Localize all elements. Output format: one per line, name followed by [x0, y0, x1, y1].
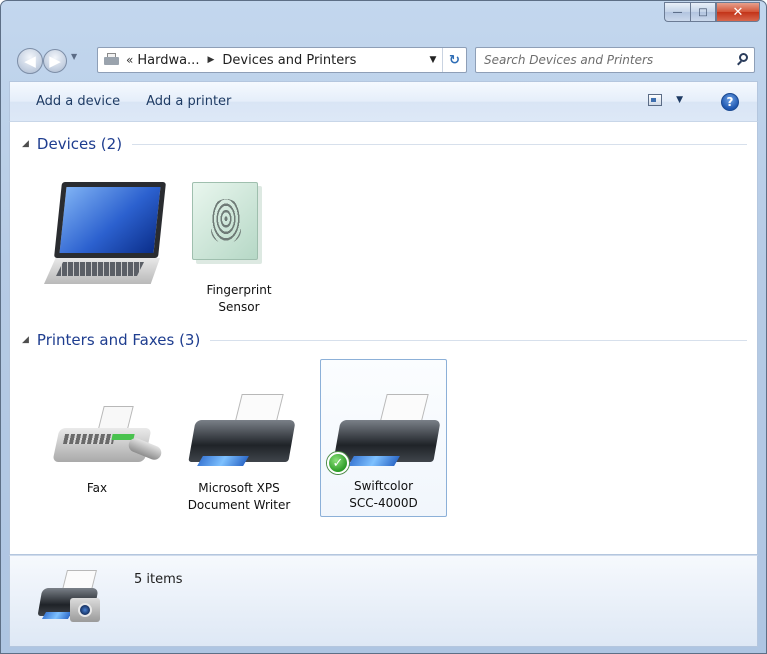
collapse-caret-icon[interactable]: ◢: [22, 335, 29, 345]
search-box: [475, 47, 755, 73]
address-bar[interactable]: « Hardwa... ▶ Devices and Printers ▼ ↻: [97, 47, 467, 73]
fingerprint-sensor-icon: [180, 180, 300, 276]
printer-tile-microsoft-xps-document-writer[interactable]: Microsoft XPS Document Writer: [176, 380, 302, 514]
printer-icon: [176, 380, 302, 480]
printer-label: Fax: [86, 481, 108, 495]
maximize-button[interactable]: □: [690, 2, 716, 22]
chevron-down-icon[interactable]: ▼: [676, 95, 683, 105]
add-device-button[interactable]: Add a device: [26, 89, 130, 115]
close-button[interactable]: ✕: [716, 2, 760, 22]
explorer-window: — □ ✕ ◀ ▶ ▼ « Hardwa... ▶ Devices and Pr…: [0, 0, 767, 654]
group-title: Printers and Faxes (3): [36, 331, 201, 349]
search-input[interactable]: [476, 49, 732, 71]
forward-arrow-icon: ▶: [49, 52, 61, 70]
device-tile-laptop[interactable]: [20, 178, 166, 288]
printer-label: Microsoft XPS Document Writer: [187, 481, 291, 512]
command-bar: Add a device Add a printer ▼ ?: [9, 81, 758, 121]
content-pane: ◢ Devices (2) Fingerprint Sensor ◢ Print…: [9, 121, 758, 555]
group-divider: [132, 143, 747, 145]
group-header-devices[interactable]: ◢ Devices (2): [22, 134, 747, 154]
address-dropdown-button[interactable]: ▼: [424, 55, 442, 65]
forward-button[interactable]: ▶: [43, 49, 67, 73]
title-bar: — □ ✕: [1, 1, 766, 37]
change-view-button[interactable]: ▼: [648, 94, 683, 106]
breadcrumb-separator-icon[interactable]: ▶: [207, 55, 214, 65]
recent-pages-button[interactable]: ▼: [71, 52, 83, 68]
printer-tile-fax[interactable]: Fax: [34, 380, 164, 497]
device-tile-fingerprint-sensor[interactable]: Fingerprint Sensor: [180, 180, 300, 316]
minimize-button[interactable]: —: [664, 2, 690, 22]
printer-label: Swiftcolor SCC-4000D: [349, 479, 418, 510]
devices-and-printers-icon: [102, 51, 124, 69]
details-pane: 5 items: [9, 555, 758, 647]
group-header-printers-and-faxes[interactable]: ◢ Printers and Faxes (3): [22, 330, 747, 350]
hidden-crumbs-button[interactable]: «: [126, 53, 133, 67]
search-icon[interactable]: [732, 49, 754, 71]
close-icon: ✕: [732, 4, 744, 20]
fax-icon: [34, 380, 164, 480]
minimize-icon: —: [672, 6, 683, 18]
view-icon: [648, 94, 663, 106]
group-divider: [210, 339, 747, 341]
navigation-bar: ◀ ▶ ▼ « Hardwa... ▶ Devices and Printers…: [1, 41, 766, 77]
collapse-caret-icon[interactable]: ◢: [22, 139, 29, 149]
back-arrow-icon: ◀: [24, 52, 36, 70]
devices-and-printers-icon: [34, 568, 110, 638]
laptop-icon: [20, 178, 166, 288]
printer-tile-swiftcolor-scc-4000d[interactable]: ✓ Swiftcolor SCC-4000D: [320, 359, 447, 517]
chevron-down-icon: ▼: [71, 52, 78, 61]
group-title: Devices (2): [36, 135, 123, 153]
refresh-button[interactable]: ↻: [442, 48, 466, 72]
device-label: Fingerprint Sensor: [206, 283, 272, 314]
help-icon[interactable]: ?: [721, 93, 739, 111]
breadcrumb-devices-and-printers[interactable]: Devices and Printers: [222, 53, 356, 68]
back-button[interactable]: ◀: [17, 48, 43, 74]
breadcrumb-hardware[interactable]: Hardwa...: [137, 53, 199, 68]
window-controls: — □ ✕: [664, 2, 760, 22]
item-count: 5 items: [134, 572, 183, 587]
default-printer-check-icon: ✓: [327, 452, 349, 474]
maximize-icon: □: [698, 6, 708, 18]
printer-icon: ✓: [321, 360, 446, 478]
add-printer-button[interactable]: Add a printer: [136, 89, 241, 115]
